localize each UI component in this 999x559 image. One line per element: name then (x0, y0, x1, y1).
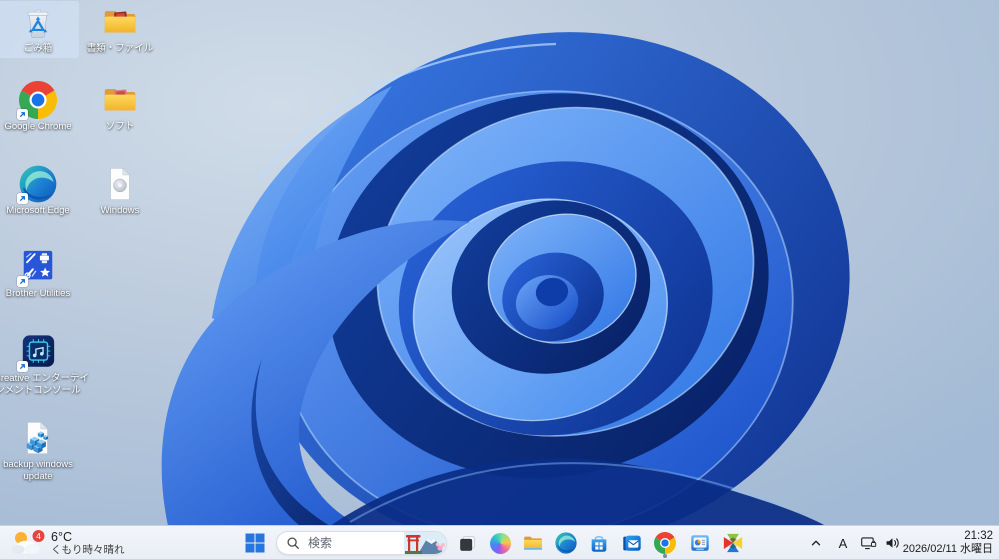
chevron-up-icon (811, 540, 821, 546)
desktop-icon-creative-console[interactable]: Creative エンターテイ ンメントコンソール (0, 331, 90, 399)
file-explorer-icon (524, 536, 542, 550)
microsoft-store-button[interactable] (585, 529, 613, 557)
icon-label: Google Chrome (4, 121, 72, 132)
file-explorer-button[interactable] (519, 529, 547, 557)
chrome-running-indicator (663, 554, 667, 558)
microsoft-store-icon (591, 535, 607, 552)
icon-label: 書類・ファイル (86, 43, 154, 54)
weather-sun-cloud-icon: 4 (11, 530, 45, 555)
desktop-icon-soft-folder[interactable]: ソフト (79, 79, 161, 136)
icon-label: Windows (100, 205, 140, 216)
icon-label-line2: ンメントコンソール (0, 384, 81, 396)
registry-file-icon (19, 419, 57, 457)
desktop-icon-backup-windows-update[interactable]: backup windows update (0, 417, 79, 485)
tray-chevron-button[interactable] (806, 530, 826, 556)
brother-utilities-icon (17, 248, 57, 287)
icon-label: Microsoft Edge (6, 205, 70, 216)
network-ethernet-icon (860, 537, 876, 550)
task-view-button[interactable] (453, 529, 481, 557)
icon-label-line2: update (23, 470, 53, 482)
status-monitor-icon (691, 535, 709, 551)
search-box[interactable] (276, 531, 447, 555)
chrome-button[interactable] (651, 529, 679, 557)
edge-button[interactable] (552, 529, 580, 557)
desktop-icon-documents-files-folder[interactable]: 書類・ファイル (79, 1, 161, 58)
document-icon (101, 165, 139, 203)
network-button[interactable] (856, 530, 880, 556)
taskbar: 4 6°C くもり時々晴れ 検索 A 21:32 2026/02/11 水曜日 (0, 525, 999, 559)
speaker-icon (886, 538, 899, 548)
avg-antivirus-icon (723, 533, 743, 553)
status-monitor-button[interactable] (686, 529, 714, 557)
shortcut-arrow-icon (17, 361, 28, 372)
icon-label: backup windows (3, 459, 73, 470)
windows-logo-icon (245, 533, 265, 553)
weather-badge-count: 4 (36, 531, 41, 541)
weather-temp: 6°C (51, 530, 72, 544)
search-input[interactable] (306, 535, 398, 551)
desktop-icon-windows-document[interactable]: Windows (79, 163, 161, 220)
shortcut-arrow-icon (17, 276, 28, 287)
chrome-icon (17, 81, 57, 120)
start-button[interactable] (241, 529, 269, 557)
chrome-icon (654, 532, 676, 554)
recycle-bin-icon (19, 3, 57, 41)
icon-label: Creative エンターテイ (0, 373, 90, 384)
seasonal-search-image (404, 532, 446, 554)
desktop-icon-recycle-bin[interactable]: ごみ箱 (0, 1, 79, 58)
desktop-icon-google-chrome[interactable]: Google Chrome (0, 79, 79, 136)
clock-time: 21:32 (964, 530, 993, 542)
copilot-button[interactable] (486, 529, 514, 557)
avg-antivirus-button[interactable] (719, 529, 747, 557)
outlook-icon (623, 535, 641, 551)
desktop-icon-microsoft-edge[interactable]: Microsoft Edge (0, 163, 79, 220)
volume-button[interactable] (880, 530, 904, 556)
shortcut-arrow-icon (17, 109, 28, 120)
icon-label: Brother Utilities (5, 288, 71, 299)
edge-icon (555, 532, 577, 554)
creative-console-icon (17, 333, 57, 372)
weather-widget[interactable]: 4 6°C くもり時々晴れ (4, 528, 131, 558)
clock[interactable]: 21:32 2026/02/11 水曜日 (903, 529, 993, 556)
weather-text: 6°C くもり時々晴れ (51, 530, 125, 556)
search-icon (287, 537, 299, 549)
outlook-button[interactable] (618, 529, 646, 557)
edge-icon (17, 165, 57, 204)
copilot-icon (489, 532, 511, 554)
shortcut-arrow-icon (17, 193, 28, 204)
weather-condition: くもり時々晴れ (51, 544, 125, 556)
ime-mode-button[interactable]: A (832, 530, 854, 556)
desktop-icon-brother-utilities[interactable]: Brother Utilities (0, 246, 79, 303)
task-view-icon (459, 535, 475, 551)
folder-icon (101, 81, 139, 119)
clock-date: 2026/02/11 水曜日 (902, 543, 993, 555)
icon-label: ソフト (105, 121, 135, 132)
folder-icon (101, 3, 139, 41)
icon-label: ごみ箱 (23, 43, 53, 54)
